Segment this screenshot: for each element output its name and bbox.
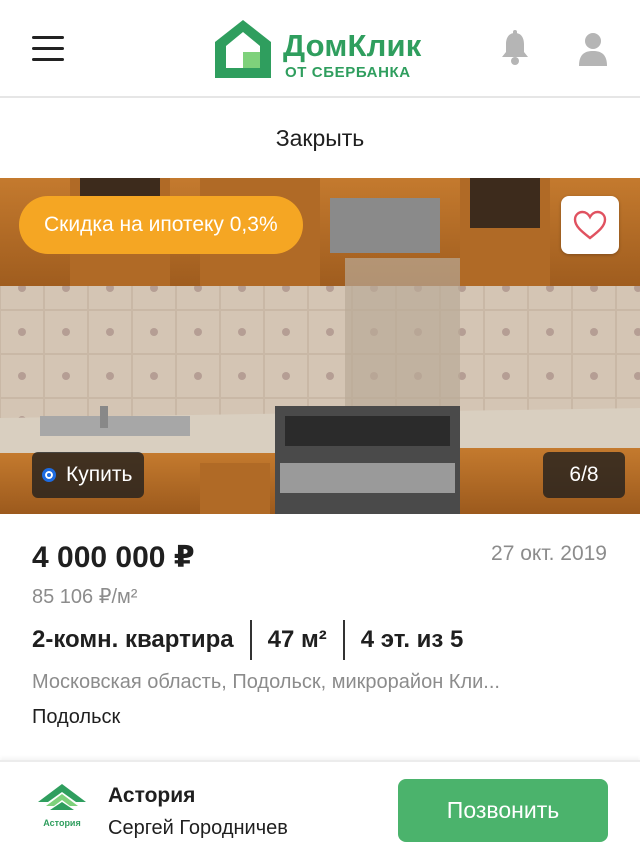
agent-bar: Астория Астория Сергей Городничев Позвон… bbox=[0, 760, 640, 864]
listing-specs: 2-комн. квартира 47 м² 4 эт. из 5 bbox=[32, 620, 463, 660]
listing-date: 27 окт. 2019 bbox=[491, 542, 607, 565]
logo-title: ДомКлик bbox=[283, 28, 422, 63]
apartment-type: 2-комн. квартира bbox=[32, 626, 234, 653]
listing-city: Подольск bbox=[32, 706, 121, 728]
price-per-m2: 85 106 ₽/м² bbox=[32, 586, 138, 608]
radio-dot-icon bbox=[42, 468, 56, 482]
agency-logo-text: Астория bbox=[43, 818, 81, 828]
favorite-button[interactable] bbox=[561, 196, 619, 254]
agent-name: Сергей Городничев bbox=[108, 817, 288, 839]
listing-address: Московская область, Подольск, микрорайон… bbox=[32, 671, 500, 693]
agency-logo: Астория bbox=[36, 782, 88, 840]
deal-type-badge: Купить bbox=[32, 452, 145, 498]
promo-label: Скидка на ипотеку 0,3% bbox=[44, 213, 278, 236]
app-header: ДомКлик ОТ СБЕРБАНКА bbox=[0, 0, 640, 98]
divider bbox=[249, 620, 252, 660]
call-label: Позвонить bbox=[446, 797, 560, 823]
photo-counter-label: 6/8 bbox=[569, 463, 599, 486]
close-button[interactable]: Закрыть bbox=[0, 98, 640, 178]
menu-icon[interactable] bbox=[32, 36, 64, 62]
apartment-area: 47 м² bbox=[267, 626, 327, 653]
agency-name: Астория bbox=[108, 784, 196, 807]
photo-counter: 6/8 bbox=[543, 452, 625, 498]
house-logo-icon bbox=[215, 20, 271, 78]
call-button[interactable]: Позвонить bbox=[398, 779, 608, 842]
mortgage-discount-badge: Скидка на ипотеку 0,3% bbox=[19, 196, 303, 254]
user-icon[interactable] bbox=[578, 32, 608, 66]
listing-price: 4 000 000 ₽ bbox=[32, 541, 195, 574]
domclick-logo[interactable]: ДомКлик ОТ СБЕРБАНКА bbox=[213, 18, 428, 81]
deal-type-label: Купить bbox=[66, 463, 133, 486]
agency-logo-icon bbox=[38, 784, 86, 810]
logo-subtitle: ОТ СБЕРБАНКА bbox=[285, 64, 411, 81]
close-label: Закрыть bbox=[275, 124, 365, 151]
bell-icon[interactable] bbox=[500, 30, 530, 66]
heart-icon bbox=[573, 210, 607, 240]
apartment-floor: 4 эт. из 5 bbox=[360, 626, 464, 653]
divider bbox=[342, 620, 345, 660]
